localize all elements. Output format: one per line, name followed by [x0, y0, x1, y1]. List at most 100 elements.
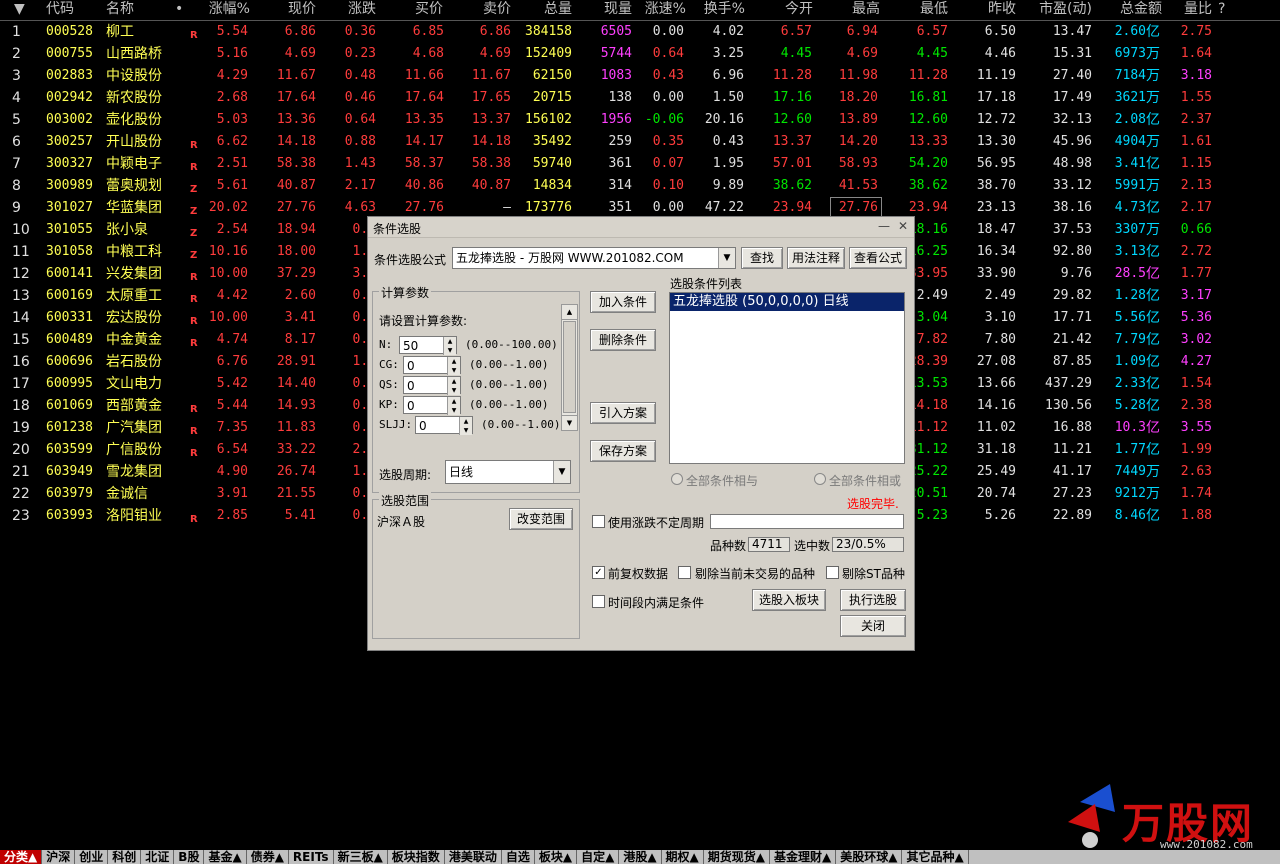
header-dot[interactable]: • [175, 0, 185, 18]
header-high[interactable]: 最高 [832, 0, 880, 18]
change-scope-button[interactable]: 改变范围 [509, 508, 573, 530]
header-vol[interactable]: 总量 [520, 0, 572, 18]
header-name[interactable]: 名称 [106, 0, 166, 18]
tab-item[interactable]: 创业 [75, 850, 109, 864]
formula-label: 条件选股公式 [374, 253, 447, 267]
header-open[interactable]: 今开 [765, 0, 813, 18]
header-sort-arrow[interactable]: ▼ [14, 0, 28, 18]
scroll-thumb[interactable] [563, 321, 576, 413]
table-row[interactable]: 3 002883 中设股份 4.29 11.67 0.48 11.66 11.67 62150 1… [0, 65, 1280, 87]
tab-item[interactable]: 基金▲ [204, 850, 247, 864]
chevron-down-icon[interactable]: ▼ [553, 461, 570, 483]
delete-condition-button[interactable]: 删除条件 [590, 329, 656, 351]
table-row[interactable]: 4 002942 新农股份 2.68 17.64 0.46 17.64 17.65 20715 1… [0, 87, 1280, 109]
tab-item[interactable]: 美股环球▲ [836, 850, 903, 864]
tab-item[interactable]: 港美联动 [445, 850, 502, 864]
table-row[interactable]: 7 300327 中颖电子 R 2.51 58.38 1.43 58.37 58.38 59740… [0, 153, 1280, 175]
spinner-icon[interactable]: ▲ ▼ [447, 357, 460, 375]
spinner-icon[interactable]: ▲ ▼ [443, 337, 456, 355]
param-input[interactable]: 0 ▲ ▼ [403, 356, 461, 375]
close-icon[interactable]: ✕ [898, 219, 908, 233]
table-row[interactable]: 5 003002 壶化股份 5.03 13.36 0.64 13.35 13.37 156102… [0, 109, 1280, 131]
run-selection-button[interactable]: 执行选股 [840, 589, 906, 611]
tab-item[interactable]: 自选 [502, 850, 535, 864]
spinner-icon[interactable]: ▲ ▼ [447, 397, 460, 415]
change: 2.17 [344, 178, 376, 193]
formula-select[interactable]: 五龙捧选股 - 万股网 WWW.201082.COM ▼ [452, 247, 736, 269]
use-period-checkbox[interactable] [592, 515, 605, 528]
period-input[interactable] [710, 514, 904, 529]
exclude-untraded-checkbox[interactable] [678, 566, 691, 579]
find-button[interactable]: 查找 [741, 247, 783, 269]
params-scrollbar[interactable]: ▲ ▼ [561, 304, 578, 431]
dialog-titlebar[interactable]: 条件选股 — ✕ [368, 217, 914, 238]
param-input[interactable]: 0 ▲ ▼ [403, 396, 461, 415]
prev-close: 6.50 [984, 24, 1016, 39]
to-block-button[interactable]: 选股入板块 [752, 589, 826, 611]
table-row[interactable]: 6 300257 开山股份 R 6.62 14.18 0.88 14.17 14.18 35492… [0, 131, 1280, 153]
tab-item[interactable]: REITs [289, 850, 334, 864]
tab-item[interactable]: 板块▲ [535, 850, 578, 864]
header-cur-vol[interactable]: 现量 [590, 0, 632, 18]
header-speed[interactable]: 涨速% [640, 0, 686, 18]
header-vol-ratio[interactable]: 量比 [1178, 0, 1212, 18]
scroll-up-icon[interactable]: ▲ [562, 305, 577, 320]
tab-item[interactable]: 其它品种▲ [902, 850, 969, 864]
pe-ratio: 41.17 [1052, 464, 1092, 479]
radio-all-and[interactable] [671, 473, 683, 485]
tab-item[interactable]: 北证 [141, 850, 175, 864]
header-code[interactable]: 代码 [46, 0, 86, 18]
tab-item[interactable]: 期权▲ [662, 850, 704, 864]
header-price[interactable]: 现价 [270, 0, 316, 18]
stock-code: 603949 [46, 464, 93, 479]
tab-item[interactable]: 期货现货▲ [704, 850, 771, 864]
header-pe[interactable]: 市盈(动) [1030, 0, 1092, 18]
tab-item[interactable]: B股 [174, 850, 205, 864]
header-low[interactable]: 最低 [900, 0, 948, 18]
header-chg[interactable]: 涨跌 [330, 0, 376, 18]
view-formula-button[interactable]: 查看公式 [849, 247, 907, 269]
pe-ratio: 130.56 [1045, 398, 1092, 413]
header-turnover[interactable]: 换手% [695, 0, 745, 18]
minimize-icon[interactable]: — [878, 219, 890, 233]
tab-item[interactable]: 自定▲ [577, 850, 620, 864]
chevron-down-icon[interactable]: ▼ [718, 248, 735, 268]
header-bid[interactable]: 买价 [395, 0, 443, 18]
param-input[interactable]: 50 ▲ ▼ [399, 336, 457, 355]
tab-item[interactable]: 新三板▲ [334, 850, 388, 864]
tab-item[interactable]: 港股▲ [619, 850, 662, 864]
table-row[interactable]: 8 300989 蕾奥规划 Z 5.61 40.87 2.17 40.86 40.87 14834… [0, 175, 1280, 197]
param-input[interactable]: 0 ▲ ▼ [403, 376, 461, 395]
tab-item[interactable]: 板块指数 [388, 850, 445, 864]
close-button[interactable]: 关闭 [840, 615, 906, 637]
fq-checkbox[interactable]: ✓ [592, 566, 605, 579]
radio-all-or[interactable] [814, 473, 826, 485]
price: 5.41 [284, 508, 316, 523]
exclude-st-checkbox[interactable] [826, 566, 839, 579]
open: 38.62 [772, 178, 812, 193]
tab-item[interactable]: 分类▲ [0, 850, 43, 864]
table-row[interactable]: 1 000528 柳工 R 5.54 6.86 0.36 6.85 6.86 384158 6505… [0, 21, 1280, 43]
table-row[interactable]: 2 000755 山西路桥 5.16 4.69 0.23 4.68 4.69 152409 574… [0, 43, 1280, 65]
header-prev-close[interactable]: 昨收 [968, 0, 1016, 18]
tab-item[interactable]: 沪深 [42, 850, 76, 864]
scroll-down-icon[interactable]: ▼ [562, 415, 577, 430]
import-scheme-button[interactable]: 引入方案 [590, 402, 656, 424]
spinner-icon[interactable]: ▲ ▼ [459, 417, 472, 435]
condition-list-item[interactable]: 五龙捧选股 (50,0,0,0,0) 日线 [670, 293, 904, 311]
header-ask[interactable]: 卖价 [463, 0, 511, 18]
save-scheme-button[interactable]: 保存方案 [590, 440, 656, 462]
header-chg-pct[interactable]: 涨幅% [200, 0, 250, 18]
condition-list[interactable]: 五龙捧选股 (50,0,0,0,0) 日线 [669, 292, 905, 464]
spinner-icon[interactable]: ▲ ▼ [447, 377, 460, 395]
tab-item[interactable]: 基金理财▲ [770, 850, 837, 864]
add-condition-button[interactable]: 加入条件 [590, 291, 656, 313]
time-range-checkbox[interactable] [592, 595, 605, 608]
header-help[interactable]: ? [1218, 0, 1228, 18]
usage-notes-button[interactable]: 用法注释 [787, 247, 845, 269]
period-select[interactable]: 日线 ▼ [445, 460, 571, 484]
tab-item[interactable]: 科创 [108, 850, 142, 864]
tab-item[interactable]: 债券▲ [247, 850, 289, 864]
param-input[interactable]: 0 ▲ ▼ [415, 416, 473, 435]
header-amount[interactable]: 总金额 [1106, 0, 1162, 18]
